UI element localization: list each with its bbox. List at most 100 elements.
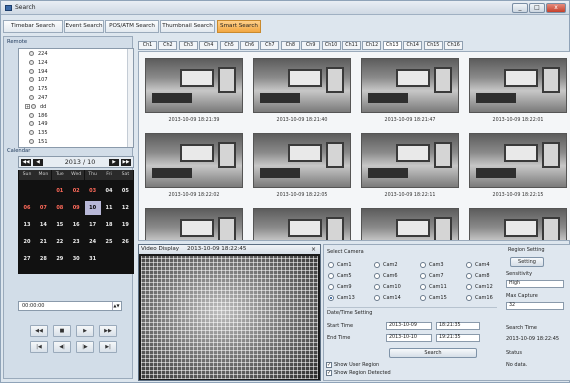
- minimize-button[interactable]: _: [512, 3, 528, 13]
- calendar-day[interactable]: 17: [85, 218, 101, 232]
- next-frame-button[interactable]: |▶: [76, 341, 94, 353]
- calendar-day[interactable]: 29: [52, 252, 68, 266]
- thumbnail-image[interactable]: [361, 58, 459, 113]
- play-button[interactable]: ▶: [76, 325, 94, 337]
- camera-tree-item[interactable]: + dd: [25, 103, 115, 111]
- end-time-field[interactable]: 19:21:35: [436, 334, 480, 342]
- calendar-day[interactable]: 22: [52, 235, 68, 249]
- calendar-day[interactable]: 13: [19, 218, 35, 232]
- calendar-day[interactable]: 21: [35, 235, 51, 249]
- tab-pos-atm-search[interactable]: POS/ATM Search: [105, 20, 159, 33]
- camera-tree-item[interactable]: 194: [29, 68, 119, 76]
- start-time-field[interactable]: 18:21:35: [436, 322, 480, 330]
- tab-channel[interactable]: Ch11: [342, 41, 361, 50]
- tab-event-search[interactable]: Event Search: [64, 20, 104, 33]
- thumbnail-image[interactable]: [253, 133, 351, 188]
- tab-channel[interactable]: Ch2: [158, 41, 178, 50]
- calendar-day[interactable]: 18: [101, 218, 117, 232]
- calendar-day[interactable]: 02: [68, 184, 84, 198]
- prev-month-button[interactable]: ◀: [33, 159, 43, 166]
- first-frame-button[interactable]: |◀: [30, 341, 48, 353]
- camera-radio[interactable]: [328, 295, 334, 301]
- camera-tree-item[interactable]: 124: [29, 59, 119, 67]
- tab-channel[interactable]: Ch6: [240, 41, 259, 50]
- camera-radio[interactable]: [374, 262, 380, 268]
- calendar-day[interactable]: 14: [35, 218, 51, 232]
- show-region-detected-checkbox[interactable]: ✓: [326, 370, 332, 376]
- next-month-button[interactable]: ▶: [109, 159, 119, 166]
- camera-radio[interactable]: [466, 295, 472, 301]
- maximize-button[interactable]: □: [529, 3, 545, 13]
- camera-tree-item[interactable]: 186: [29, 112, 119, 120]
- time-input[interactable]: 00:00:00: [18, 301, 122, 311]
- thumbnail-image[interactable]: [361, 133, 459, 188]
- tab-channel[interactable]: Ch12: [362, 41, 382, 50]
- thumbnail-image[interactable]: [145, 58, 243, 113]
- calendar-day[interactable]: 11: [101, 201, 117, 215]
- calendar-day[interactable]: 16: [68, 218, 84, 232]
- calendar-day[interactable]: 03: [85, 184, 101, 198]
- tab-thumbnail-search[interactable]: Thumbnail Search: [160, 20, 215, 33]
- camera-radio[interactable]: [374, 295, 380, 301]
- expand-icon[interactable]: +: [25, 103, 30, 109]
- camera-radio[interactable]: [374, 284, 380, 290]
- camera-tree-item[interactable]: 151: [29, 138, 119, 146]
- calendar-day[interactable]: 04: [101, 184, 117, 198]
- search-button[interactable]: Search: [389, 348, 477, 358]
- calendar-day[interactable]: 15: [52, 218, 68, 232]
- tab-channel[interactable]: Ch13: [382, 41, 402, 50]
- tab-channel[interactable]: Ch15: [423, 41, 443, 50]
- tab-channel[interactable]: Ch16: [444, 41, 463, 50]
- camera-radio[interactable]: [466, 284, 472, 290]
- camera-radio[interactable]: [374, 273, 380, 279]
- calendar-day[interactable]: 23: [68, 235, 84, 249]
- calendar-day[interactable]: 26: [117, 235, 133, 249]
- close-button[interactable]: x: [546, 3, 566, 13]
- camera-radio[interactable]: [420, 295, 426, 301]
- calendar-day[interactable]: 30: [68, 252, 84, 266]
- camera-radio[interactable]: [420, 273, 426, 279]
- thumbnail-image[interactable]: [145, 208, 243, 240]
- tab-channel[interactable]: Ch1: [138, 41, 157, 50]
- show-user-region-checkbox[interactable]: ✓: [326, 362, 332, 368]
- camera-radio[interactable]: [420, 284, 426, 290]
- next-year-button[interactable]: ▶▶: [121, 159, 131, 166]
- thumbnail-image[interactable]: [253, 58, 351, 113]
- calendar-day[interactable]: 07: [35, 201, 51, 215]
- thumbnail-image[interactable]: [253, 208, 351, 240]
- camera-radio[interactable]: [328, 284, 334, 290]
- rewind-fast-button[interactable]: ◀◀: [30, 325, 48, 337]
- thumbnail-image[interactable]: [361, 208, 459, 240]
- tab-channel[interactable]: Ch3: [178, 41, 198, 50]
- region-grid-video[interactable]: [141, 256, 318, 379]
- thumbnail-image[interactable]: [469, 58, 567, 113]
- max-capture-select[interactable]: 32: [506, 302, 564, 310]
- calendar-day[interactable]: 09: [68, 201, 84, 215]
- tab-channel[interactable]: Ch8: [280, 41, 300, 50]
- camera-tree-item[interactable]: 149: [29, 120, 119, 128]
- thumbnail-image[interactable]: [469, 208, 567, 240]
- calendar-day[interactable]: 05: [117, 184, 133, 198]
- camera-radio[interactable]: [420, 262, 426, 268]
- tab-channel[interactable]: Ch4: [199, 41, 219, 50]
- calendar-day[interactable]: 27: [19, 252, 35, 266]
- camera-tree-item[interactable]: 224: [29, 50, 119, 58]
- camera-tree-item[interactable]: 135: [29, 129, 119, 137]
- tab-smart-search[interactable]: Smart Search: [217, 20, 261, 33]
- camera-tree-item[interactable]: 175: [29, 85, 119, 93]
- stop-button[interactable]: ■: [53, 325, 71, 337]
- tab-timebar-search[interactable]: Timebar Search: [3, 20, 63, 33]
- setting-button[interactable]: Setting: [510, 257, 544, 267]
- prev-frame-button[interactable]: ◀|: [53, 341, 71, 353]
- start-date-field[interactable]: 2013-10-09: [386, 322, 432, 330]
- tab-channel[interactable]: Ch5: [219, 41, 239, 50]
- end-date-field[interactable]: 2013-10-10: [386, 334, 432, 342]
- camera-list-scrollbar[interactable]: [127, 49, 133, 147]
- time-spinner[interactable]: ▲▼: [112, 302, 120, 310]
- calendar-day[interactable]: 25: [101, 235, 117, 249]
- camera-radio[interactable]: [466, 262, 472, 268]
- camera-radio[interactable]: [328, 273, 334, 279]
- tab-channel[interactable]: Ch10: [321, 41, 341, 50]
- camera-radio[interactable]: [328, 262, 334, 268]
- last-frame-button[interactable]: ▶|: [99, 341, 117, 353]
